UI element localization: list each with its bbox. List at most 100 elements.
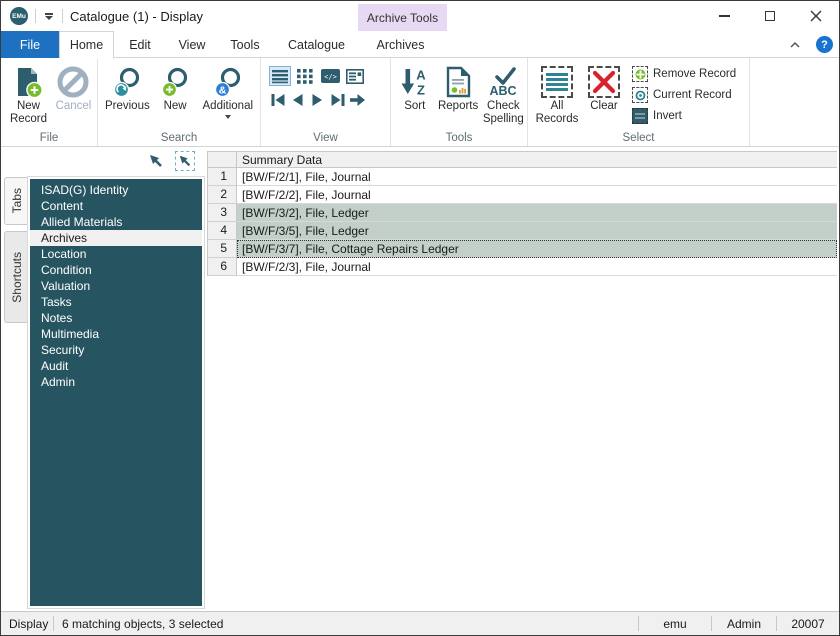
remove-record-button[interactable]: Remove Record bbox=[632, 65, 736, 83]
row-summary[interactable]: [BW/F/2/3], File, Journal bbox=[237, 258, 837, 276]
current-record-button[interactable]: Current Record bbox=[632, 86, 736, 104]
tab-edit[interactable]: Edit bbox=[114, 31, 166, 58]
new-search-button[interactable]: New bbox=[153, 62, 198, 113]
row-number-header[interactable] bbox=[207, 152, 237, 168]
sidebar-item-tasks[interactable]: Tasks bbox=[30, 294, 202, 310]
table-row[interactable]: 1 [BW/F/2/1], File, Journal bbox=[207, 168, 837, 186]
maximize-icon bbox=[765, 11, 775, 21]
maximize-button[interactable] bbox=[747, 1, 793, 31]
form-view-icon bbox=[346, 68, 364, 84]
clear-selection-button[interactable]: Clear bbox=[582, 62, 626, 113]
all-records-icon bbox=[541, 64, 573, 100]
minimize-button[interactable] bbox=[701, 1, 747, 31]
tab-home[interactable]: Home bbox=[59, 31, 114, 59]
list-view-button[interactable] bbox=[269, 66, 291, 86]
status-server: emu bbox=[663, 616, 687, 631]
ribbon: New Record Cancel File Previous New & Ad… bbox=[1, 58, 839, 147]
sidebar-item-notes[interactable]: Notes bbox=[30, 310, 202, 326]
row-number[interactable]: 6 bbox=[207, 258, 237, 276]
previous-record-button[interactable] bbox=[289, 92, 306, 108]
sidebar-item-allied-materials[interactable]: Allied Materials bbox=[30, 214, 202, 230]
additional-search-button[interactable]: & Additional bbox=[198, 62, 258, 119]
status-mode: Display bbox=[9, 616, 49, 631]
ribbon-group-view: </> View bbox=[261, 58, 391, 146]
row-summary[interactable]: [BW/F/3/5], File, Ledger bbox=[237, 222, 837, 240]
summary-data-header[interactable]: Summary Data bbox=[237, 152, 837, 168]
table-row[interactable]: 4 [BW/F/3/5], File, Ledger bbox=[207, 222, 837, 240]
tab-archives[interactable]: Archives bbox=[361, 31, 440, 58]
table-row[interactable]: 6 [BW/F/2/3], File, Journal bbox=[207, 258, 837, 276]
ribbon-group-search: Previous New & Additional Search bbox=[98, 58, 261, 146]
previous-search-button[interactable]: Previous bbox=[102, 62, 153, 113]
sidebar-item-security[interactable]: Security bbox=[30, 342, 202, 358]
sidebar-item-content[interactable]: Content bbox=[30, 198, 202, 214]
status-bar: Display 6 matching objects, 3 selected e… bbox=[1, 611, 839, 635]
row-number[interactable]: 4 bbox=[207, 222, 237, 240]
select-region-button[interactable] bbox=[175, 151, 195, 171]
group-label-select: Select bbox=[622, 132, 655, 144]
close-button[interactable] bbox=[793, 1, 839, 31]
sidebar-item-admin[interactable]: Admin bbox=[30, 374, 202, 390]
goto-record-button[interactable] bbox=[349, 92, 366, 108]
sidebar-item-audit[interactable]: Audit bbox=[30, 358, 202, 374]
app-logo-icon[interactable]: EMu bbox=[10, 7, 28, 25]
sidebar-item-archives[interactable]: Archives bbox=[30, 230, 202, 246]
tab-tools[interactable]: Tools bbox=[218, 31, 272, 58]
status-message: 6 matching objects, 3 selected bbox=[62, 616, 224, 631]
grid-view-button[interactable] bbox=[294, 66, 316, 86]
collapse-ribbon-button[interactable] bbox=[788, 40, 802, 50]
reports-button[interactable]: Reports bbox=[435, 62, 482, 113]
row-summary[interactable]: [BW/F/2/2], File, Journal bbox=[237, 186, 837, 204]
cursor-arrow-boxed-icon bbox=[179, 155, 191, 167]
tab-file[interactable]: File bbox=[1, 31, 59, 58]
help-button[interactable]: ? bbox=[816, 36, 833, 53]
app-window: EMu Catalogue (1) - Display Archive Tool… bbox=[0, 0, 840, 636]
ribbon-group-tools: A Z Sort Reports ABC Check Spelling Tool… bbox=[391, 58, 528, 146]
goto-record-icon bbox=[350, 94, 365, 106]
row-summary[interactable]: [BW/F/2/1], File, Journal bbox=[237, 168, 837, 186]
next-record-button[interactable] bbox=[309, 92, 326, 108]
sidebar-vertical-tab-shortcuts[interactable]: Shortcuts bbox=[4, 231, 28, 323]
all-records-button[interactable]: All Records bbox=[532, 62, 582, 126]
window-title: Catalogue (1) - Display bbox=[70, 8, 203, 24]
cancel-button[interactable]: Cancel bbox=[52, 62, 95, 113]
row-summary[interactable]: [BW/F/3/2], File, Ledger bbox=[237, 204, 837, 222]
row-number[interactable]: 5 bbox=[207, 240, 237, 258]
first-record-button[interactable] bbox=[269, 92, 286, 108]
svg-text:ABC: ABC bbox=[490, 84, 517, 98]
row-number[interactable]: 2 bbox=[207, 186, 237, 204]
sidebar-item-multimedia[interactable]: Multimedia bbox=[30, 326, 202, 342]
invert-selection-icon bbox=[632, 108, 648, 124]
new-record-icon bbox=[12, 64, 44, 100]
table-row[interactable]: 2 [BW/F/2/2], File, Journal bbox=[207, 186, 837, 204]
row-number[interactable]: 3 bbox=[207, 204, 237, 222]
table-row[interactable]: 3 [BW/F/3/2], File, Ledger bbox=[207, 204, 837, 222]
form-view-button[interactable] bbox=[344, 66, 366, 86]
tab-catalogue[interactable]: Catalogue bbox=[272, 31, 361, 58]
last-record-button[interactable] bbox=[329, 92, 346, 108]
sidebar-item-isadg-identity[interactable]: ISAD(G) Identity bbox=[30, 182, 202, 198]
sort-icon: A Z bbox=[400, 64, 430, 100]
sidebar-item-valuation[interactable]: Valuation bbox=[30, 278, 202, 294]
tab-view[interactable]: View bbox=[166, 31, 218, 58]
additional-search-icon: & bbox=[212, 64, 244, 100]
sort-button[interactable]: A Z Sort bbox=[395, 62, 435, 113]
row-summary[interactable]: [BW/F/3/7], File, Cottage Repairs Ledger bbox=[237, 240, 837, 258]
select-arrow-button[interactable] bbox=[146, 151, 166, 171]
new-record-button[interactable]: New Record bbox=[5, 62, 52, 126]
quick-access-dropdown-icon[interactable] bbox=[43, 10, 55, 23]
status-record-id: 20007 bbox=[791, 616, 825, 631]
invert-selection-button[interactable]: Invert bbox=[632, 107, 736, 125]
ribbon-group-select: All Records Clear Remove Record Current … bbox=[528, 58, 750, 146]
code-view-button[interactable]: </> bbox=[319, 66, 341, 86]
check-spelling-button[interactable]: ABC Check Spelling bbox=[482, 62, 525, 126]
main-content: Tabs Shortcuts ISAD(G) Identity Content … bbox=[1, 147, 839, 611]
tabs-sidebar: ISAD(G) Identity Content Allied Material… bbox=[28, 177, 204, 608]
row-number[interactable]: 1 bbox=[207, 168, 237, 186]
grid-view-icon bbox=[297, 68, 313, 84]
sidebar-item-location[interactable]: Location bbox=[30, 246, 202, 262]
sidebar-item-condition[interactable]: Condition bbox=[30, 262, 202, 278]
minimize-icon bbox=[718, 15, 730, 17]
table-row[interactable]: 5 [BW/F/3/7], File, Cottage Repairs Ledg… bbox=[207, 240, 837, 258]
sidebar-vertical-tab-tabs[interactable]: Tabs bbox=[4, 177, 28, 225]
